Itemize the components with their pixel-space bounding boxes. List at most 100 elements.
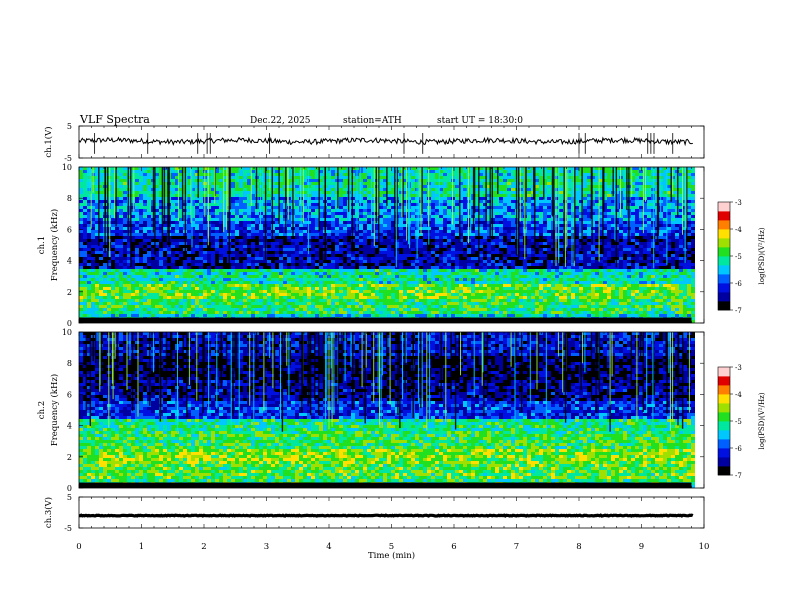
spectrogram-cell — [151, 260, 155, 263]
spectrogram-cell — [271, 242, 275, 245]
spectrogram-cell — [455, 191, 459, 194]
spectrogram-cell — [511, 179, 515, 182]
spectrogram-cell — [503, 212, 507, 215]
spectrogram-cell — [247, 209, 251, 212]
spectrogram-cell — [543, 206, 547, 209]
spectrogram-cell — [247, 254, 251, 257]
spectrogram-cell — [463, 215, 467, 218]
spectrogram-cell — [335, 260, 339, 263]
spectrogram-cell — [123, 170, 127, 173]
spectrogram-cell — [175, 242, 179, 245]
spectrogram-cell — [527, 233, 531, 236]
spectrogram-cell — [623, 218, 627, 221]
spectrogram-cell — [619, 242, 623, 245]
spectrogram-cell — [575, 185, 579, 188]
spectrogram-cell — [455, 173, 459, 176]
spectrogram-cell — [359, 194, 363, 197]
spectrogram-cell — [95, 260, 99, 263]
spectrogram-cell — [583, 254, 587, 257]
spectrogram-cell — [251, 257, 255, 260]
spectrogram-cell — [435, 218, 439, 221]
spectrogram-cell — [543, 233, 547, 236]
spectrogram-cell — [95, 257, 99, 260]
spectrogram-cell — [195, 254, 199, 257]
spectrogram-cell — [287, 260, 291, 263]
spectrogram-cell — [503, 251, 507, 254]
spectrogram-cell — [331, 236, 335, 239]
spectrogram-cell — [147, 257, 151, 260]
spectrogram-cell — [511, 236, 515, 239]
spectrogram-cell — [595, 191, 599, 194]
spectrogram-cell — [639, 233, 643, 236]
spectrogram-cell — [511, 191, 515, 194]
spectrogram-cell — [331, 191, 335, 194]
spectrogram-cell — [463, 197, 467, 200]
spectrogram-cell — [379, 200, 383, 203]
spectrogram-cell — [547, 251, 551, 254]
spectrogram-cell — [495, 200, 499, 203]
spectrogram-cell — [491, 248, 495, 251]
spectrogram-cell — [527, 239, 531, 242]
spectrogram-cell — [691, 233, 695, 236]
spectrogram-cell — [335, 224, 339, 227]
spectrogram-cell — [275, 254, 279, 257]
spectrogram-cell — [511, 245, 515, 248]
spectrogram-cell — [447, 182, 451, 185]
spectrogram-cell — [587, 185, 591, 188]
vlf-spectra-figure: VLF Spectra Dec.22, 2025 station=ATH sta… — [37, 113, 766, 561]
spectrogram-cell — [651, 188, 655, 191]
spectrogram-cell — [279, 254, 283, 257]
spectrogram-cell — [287, 239, 291, 242]
spectrogram-cell — [187, 224, 191, 227]
spectrogram-cell — [235, 227, 239, 230]
spectrogram-cell — [287, 218, 291, 221]
spectrogram-cell — [359, 206, 363, 209]
spectrogram-cell — [327, 260, 331, 263]
spectrogram-cell — [215, 215, 219, 218]
spectrogram-cell — [139, 200, 143, 203]
spectrogram-cell — [607, 167, 611, 170]
spectrogram-cell — [631, 239, 635, 242]
spectrogram-cell — [511, 230, 515, 233]
spectrogram-cell — [559, 221, 563, 224]
spectrogram-cell — [247, 227, 251, 230]
spectrogram-cell — [215, 221, 219, 224]
spectrogram-cell — [503, 203, 507, 206]
spectrogram-cell — [367, 242, 371, 245]
spectrogram-cell — [239, 167, 243, 170]
spectrogram-cell — [143, 203, 147, 206]
spectrogram-cell — [131, 224, 135, 227]
spectrogram-cell — [327, 182, 331, 185]
spectrogram-cell — [143, 224, 147, 227]
spectrogram-cell — [139, 242, 143, 245]
spectrogram-cell — [511, 170, 515, 173]
spectrogram-cell — [383, 248, 387, 251]
spectrogram-cell — [583, 194, 587, 197]
spectrogram-cell — [79, 203, 83, 206]
spectrogram-cell — [595, 209, 599, 212]
spectrogram-cell — [259, 239, 263, 242]
spectrogram-cell — [195, 224, 199, 227]
spectrogram-cell — [595, 230, 599, 233]
spectrogram-cell — [307, 218, 311, 221]
spectrogram-cell — [535, 167, 539, 170]
spectrogram-cell — [243, 251, 247, 254]
spectrogram-cell — [111, 257, 115, 260]
spectrogram-cell — [687, 197, 691, 200]
spectrogram-cell — [383, 254, 387, 257]
spectrogram-cell — [435, 176, 439, 179]
spectrogram-cell — [507, 203, 511, 206]
spectrogram-cell — [511, 206, 515, 209]
spectrogram-cell — [539, 236, 543, 239]
spectrogram-cell — [495, 221, 499, 224]
spectrogram-cell — [379, 185, 383, 188]
spectrogram-cell — [99, 197, 103, 200]
spectrogram-cell — [659, 215, 663, 218]
spectrogram-cell — [143, 236, 147, 239]
spectrogram-cell — [135, 206, 139, 209]
spectrogram-cell — [163, 257, 167, 260]
spectrogram-cell — [139, 257, 143, 260]
spectrogram-cell — [139, 167, 143, 170]
spectrogram-cell — [379, 254, 383, 257]
spectrogram-cell — [443, 227, 447, 230]
